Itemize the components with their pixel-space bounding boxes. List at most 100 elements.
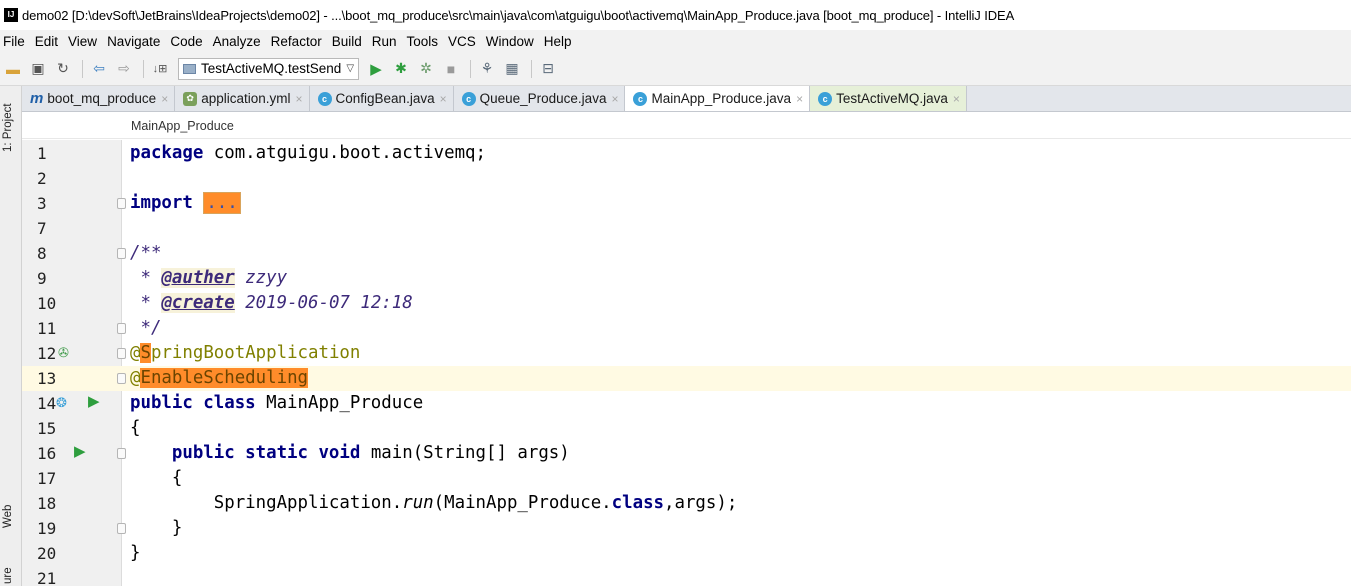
folded-imports[interactable]: ... — [203, 192, 241, 214]
menu-window[interactable]: Window — [486, 34, 534, 49]
stop-icon[interactable]: ■ — [440, 58, 462, 80]
breadcrumb-item[interactable]: MainApp_Produce — [131, 119, 234, 133]
tab-queue-produce-java[interactable]: c Queue_Produce.java × — [454, 86, 626, 111]
run-icon[interactable]: ▶ — [74, 444, 86, 459]
close-icon[interactable]: × — [796, 92, 803, 106]
menu-vcs[interactable]: VCS — [448, 34, 476, 49]
code-text[interactable]: * @auther zzyy — [130, 268, 287, 288]
tab-configbean-java[interactable]: c ConfigBean.java × — [310, 86, 454, 111]
annotation-at: @ — [130, 368, 141, 388]
call-suffix: ,args); — [664, 493, 738, 513]
menu-refactor[interactable]: Refactor — [271, 34, 322, 49]
structure-tool-tab[interactable]: ure — [2, 567, 14, 584]
close-icon[interactable]: × — [296, 92, 303, 106]
sdk-icon[interactable]: ▦ — [501, 58, 523, 80]
code-line: 8 /** — [22, 241, 1351, 266]
code-text[interactable]: SpringApplication.run(MainApp_Produce.cl… — [130, 493, 738, 513]
line-number: 13 — [37, 369, 57, 388]
tab-mainapp-produce-java[interactable]: c MainApp_Produce.java × — [625, 86, 811, 111]
class-icon: c — [461, 91, 476, 106]
code-text[interactable]: public class MainApp_Produce — [130, 393, 423, 413]
fold-expand-icon[interactable] — [117, 198, 126, 209]
code-text[interactable]: { — [130, 418, 140, 438]
code-line: 9 * @auther zzyy — [22, 266, 1351, 291]
tab-label: TestActiveMQ.java — [836, 91, 948, 106]
code-line: 3 import ... — [22, 191, 1351, 216]
project-structure-icon[interactable]: ⚘ — [476, 58, 498, 80]
menu-bar: File Edit View Navigate Code Analyze Ref… — [0, 30, 1351, 52]
keyword: class — [611, 493, 665, 513]
fold-collapse-icon[interactable] — [117, 248, 126, 259]
code-text[interactable]: package com.atguigu.boot.activemq; — [130, 143, 486, 163]
code-text[interactable]: import ... — [130, 192, 241, 214]
code-text[interactable]: @SpringBootApplication — [130, 343, 360, 363]
line-number: 7 — [37, 219, 47, 238]
code-text[interactable]: public static void main(String[] args) — [130, 443, 570, 463]
code-line: 7 — [22, 216, 1351, 241]
fold-collapse-icon[interactable] — [117, 448, 126, 459]
doc-value: zzyy — [234, 268, 288, 288]
keyword: public class — [130, 393, 256, 413]
run-icon[interactable]: ▶ — [365, 58, 387, 80]
project-tool-tab[interactable]: 1: Project — [2, 103, 14, 152]
run-configuration-label: TestActiveMQ.testSend — [201, 61, 342, 76]
menu-build[interactable]: Build — [332, 34, 362, 49]
window-title: demo02 [D:\devSoft\JetBrains\IdeaProject… — [22, 7, 1015, 23]
code-text[interactable]: } — [130, 518, 182, 538]
forward-icon[interactable]: ⇨ — [113, 58, 135, 80]
sync-icon[interactable]: ↻ — [52, 58, 74, 80]
doc-star: * — [130, 268, 162, 288]
menu-analyze[interactable]: Analyze — [213, 34, 261, 49]
code-line: 2 — [22, 166, 1351, 191]
toolbar-separator — [470, 59, 472, 78]
web-tool-tab[interactable]: Web — [2, 505, 14, 528]
close-icon[interactable]: × — [953, 92, 960, 106]
menu-code[interactable]: Code — [170, 34, 202, 49]
tab-boot-mq-produce[interactable]: m boot_mq_produce × — [22, 86, 176, 111]
run-icon[interactable]: ▶ — [88, 394, 100, 409]
tab-application-yml[interactable]: ✿ application.yml × — [175, 86, 310, 111]
doc-comment[interactable]: */ — [130, 318, 161, 338]
line-number: 19 — [37, 519, 57, 538]
menu-tools[interactable]: Tools — [407, 34, 439, 49]
tab-testactivemq-java[interactable]: c TestActiveMQ.java × — [810, 86, 967, 111]
coverage-icon[interactable]: ✲ — [415, 58, 437, 80]
back-icon[interactable]: ⇦ — [88, 58, 110, 80]
code-text[interactable]: * @create 2019-06-07 12:18 — [130, 293, 413, 313]
line-number: 1 — [37, 144, 47, 163]
code-text[interactable]: { — [130, 468, 182, 488]
chevron-down-icon: ▽ — [346, 63, 355, 74]
doc-value: 2019-06-07 12:18 — [234, 293, 413, 313]
menu-file[interactable]: File — [3, 34, 25, 49]
close-icon[interactable]: × — [611, 92, 618, 106]
vcs-icon[interactable]: ⊟ — [537, 58, 559, 80]
open-folder-icon[interactable]: ▬ — [2, 58, 24, 80]
debug-icon[interactable]: ✱ — [390, 58, 412, 80]
line-number: 8 — [37, 244, 47, 263]
menu-navigate[interactable]: Navigate — [107, 34, 160, 49]
menu-run[interactable]: Run — [372, 34, 397, 49]
module-icon: m — [30, 90, 44, 107]
doc-comment[interactable]: /** — [130, 243, 161, 263]
fold-collapse-icon[interactable] — [117, 373, 126, 384]
line-number: 10 — [37, 294, 57, 313]
tab-label: MainApp_Produce.java — [651, 91, 792, 106]
code-text[interactable]: } — [130, 543, 140, 563]
fold-collapse-icon[interactable] — [117, 348, 126, 359]
line-number: 15 — [37, 419, 57, 438]
close-icon[interactable]: × — [440, 92, 447, 106]
fold-end-icon[interactable] — [117, 523, 126, 534]
code-text[interactable]: @EnableScheduling — [130, 368, 309, 388]
menu-edit[interactable]: Edit — [35, 34, 58, 49]
menu-view[interactable]: View — [68, 34, 97, 49]
fold-end-icon[interactable] — [117, 323, 126, 334]
save-icon[interactable]: ▣ — [27, 58, 49, 80]
spring-bean-icon[interactable]: ✇ — [58, 346, 69, 359]
line-number: 3 — [37, 194, 47, 213]
run-configuration-select[interactable]: TestActiveMQ.testSend ▽ — [178, 57, 360, 80]
spring-class-gutter-icon[interactable]: ❂ — [56, 396, 67, 409]
build-icon[interactable]: ↓⊞ — [149, 58, 171, 80]
call-prefix: SpringApplication. — [130, 493, 403, 513]
close-icon[interactable]: × — [161, 92, 168, 106]
menu-help[interactable]: Help — [544, 34, 572, 49]
